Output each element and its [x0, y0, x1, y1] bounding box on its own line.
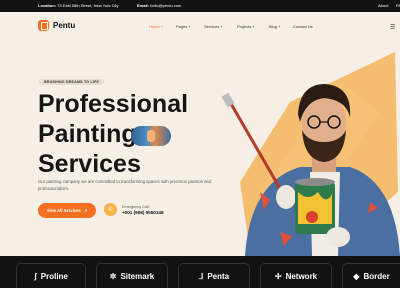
hero-title-line-1: Professional — [38, 90, 189, 118]
view-services-label: View All Services — [46, 208, 81, 213]
nav-projects[interactable]: Projects + — [237, 24, 255, 29]
border-logo-icon: ◆ — [353, 271, 360, 281]
brand-name: Network — [285, 271, 318, 281]
brand-name: Penta — [207, 271, 230, 281]
call-label: Emergency Call: — [122, 204, 150, 209]
nav-blog[interactable]: Blog + — [269, 24, 280, 29]
brand-sitemark: ✲ Sitemark — [96, 263, 168, 288]
top-info-bar: Location: 73 East 58th Street, New York … — [0, 0, 400, 12]
brand-strip: ʃ Proline ✲ Sitemark ⅃ Penta ✢ Network ◆… — [0, 256, 400, 288]
brand-network: ✢ Network — [260, 263, 332, 288]
brand-name: Proline — [40, 271, 68, 281]
phone-icon: ✆ — [104, 203, 117, 216]
logo-icon — [38, 20, 49, 31]
view-services-button[interactable]: View All Services ↗ — [38, 203, 96, 218]
brand-penta: ⅃ Penta — [178, 263, 250, 288]
site-logo[interactable]: Pentu — [38, 20, 75, 31]
painter-illustration — [221, 52, 400, 256]
faq-link[interactable]: FA — [396, 3, 400, 8]
brand-proline: ʃ Proline — [16, 263, 86, 288]
sitemark-logo-icon: ✲ — [109, 271, 117, 281]
logo-text: Pentu — [53, 21, 76, 30]
brand-name: Sitemark — [120, 271, 155, 281]
hero-inline-image — [131, 126, 171, 146]
network-logo-icon: ✢ — [274, 271, 282, 281]
hero-description: Our painting company we are committed to… — [38, 179, 212, 191]
hero-title-line-2: Painting — [38, 120, 137, 148]
penta-logo-icon: ⅃ — [198, 271, 204, 281]
hero-tag: BRUSHING DREAMS TO LIFE — [39, 79, 105, 85]
location-info: Location: 73 East 58th Street, New York … — [38, 3, 119, 8]
brand-name: Border — [363, 271, 390, 281]
nav-pages[interactable]: Pages + — [176, 24, 191, 29]
arrow-up-right-icon: ↗ — [83, 208, 88, 213]
nav-contact[interactable]: Contact Us — [293, 24, 313, 29]
nav-services[interactable]: Services + — [204, 24, 223, 29]
brand-border: ◆ Border — [342, 263, 400, 288]
hero-title-line-3: Services — [38, 150, 141, 178]
email-info[interactable]: Email: hello@pentu.com — [137, 3, 181, 8]
menu-toggle-icon[interactable]: ☰ — [390, 24, 395, 31]
proline-logo-icon: ʃ — [34, 271, 37, 281]
about-link[interactable]: About — [378, 3, 388, 8]
call-number: +001 (908) 5550148 — [122, 209, 164, 215]
emergency-call[interactable]: ✆ Emergency Call: +001 (908) 5550148 — [104, 203, 164, 216]
nav-home[interactable]: Home + — [149, 24, 163, 29]
